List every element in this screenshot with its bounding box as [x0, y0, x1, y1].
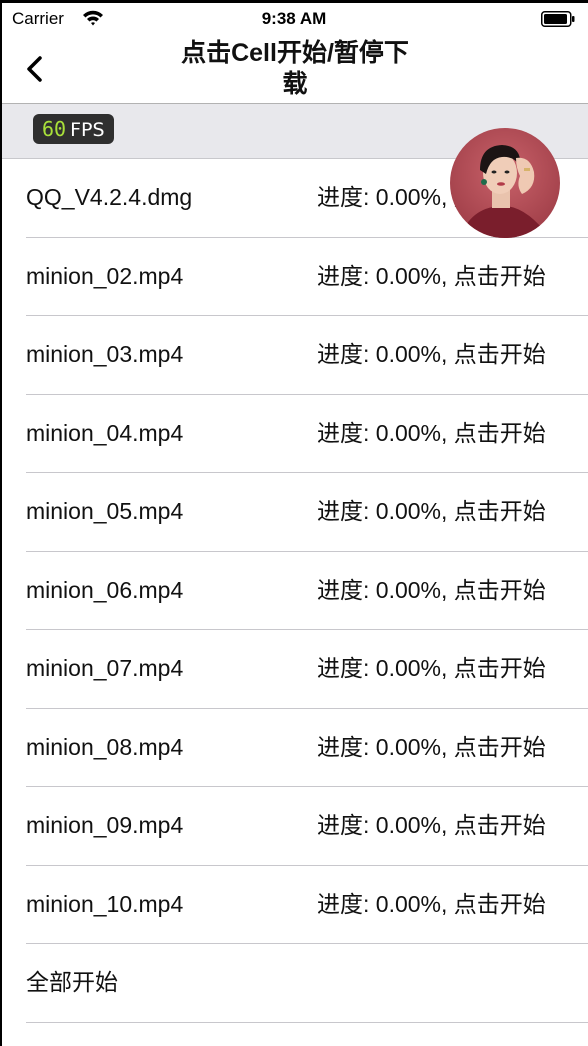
list-item[interactable]: minion_02.mp4 进度: 0.00%, 点击开始 [0, 238, 588, 316]
file-name-label: minion_06.mp4 [26, 576, 184, 603]
list-item[interactable]: minion_07.mp4 进度: 0.00%, 点击开始 [0, 630, 588, 709]
start-all-row[interactable]: 全部开始 [0, 944, 588, 1023]
chevron-left-icon [27, 56, 42, 82]
progress-label: 进度: 0.00%, 点击开始 [317, 812, 546, 838]
navigation-bar: 点击Cell开始/暂停下载 [0, 33, 588, 104]
file-name-label: minion_10.mp4 [26, 890, 184, 917]
progress-label: 进度: 0.00%, 点击开始 [317, 576, 546, 603]
progress-label: 进度: 0.00%, 点击开始 [317, 419, 546, 446]
fps-unit: FPS [70, 119, 105, 141]
status-time: 9:38 AM [261, 9, 327, 28]
list-item[interactable]: minion_06.mp4 进度: 0.00%, 点击开始 [0, 552, 588, 630]
file-name-label: minion_02.mp4 [26, 262, 184, 289]
list-item[interactable]: minion_09.mp4 进度: 0.00%, 点击开始 [0, 787, 588, 866]
avatar[interactable] [450, 128, 560, 238]
progress-label: 进度: 0.00%, 点击开始 [317, 655, 546, 681]
file-name-label: minion_08.mp4 [26, 733, 184, 760]
page-title: 点击Cell开始/暂停下载 [181, 39, 409, 98]
row-separator [26, 1021, 588, 1023]
progress-label: 进度: 0.00%, 点击开始 [317, 890, 546, 917]
list-item[interactable]: minion_05.mp4 进度: 0.00%, 点击开始 [0, 473, 588, 552]
file-name-label: QQ_V4.2.4.dmg [26, 184, 193, 210]
fps-badge: 60 FPS [33, 114, 114, 144]
list-item[interactable]: minion_08.mp4 进度: 0.00%, 点击开始 [0, 709, 588, 787]
file-name-label: minion_03.mp4 [26, 341, 184, 367]
progress-label: 进度: 0.00%, 点击开始 [317, 341, 546, 367]
battery-icon [541, 11, 575, 27]
progress-label: 进度: 0.00%, 点击开始 [317, 262, 546, 289]
list-item[interactable]: minion_03.mp4 进度: 0.00%, 点击开始 [0, 316, 588, 395]
file-name-label: minion_04.mp4 [26, 419, 184, 446]
file-name-label: minion_05.mp4 [26, 498, 184, 524]
list-item[interactable]: minion_10.mp4 进度: 0.00%, 点击开始 [0, 866, 588, 944]
fps-value: 60 [42, 117, 67, 141]
back-button[interactable] [18, 51, 54, 87]
screen-left-edge [0, 0, 2, 1046]
file-name-label: minion_07.mp4 [26, 655, 184, 681]
avatar-photo [450, 128, 560, 238]
progress-label: 进度: 0.00%, 点击开始 [317, 733, 546, 760]
download-list: QQ_V4.2.4.dmg 进度: 0.00%, 点击开始 minion_02.mp… [0, 159, 588, 1023]
file-name-label: 全部开始 [26, 969, 118, 995]
progress-label: 进度: 0.00%, 点击开始 [317, 498, 546, 524]
list-item[interactable]: minion_04.mp4 进度: 0.00%, 点击开始 [0, 395, 588, 473]
file-name-label: minion_09.mp4 [26, 812, 184, 838]
status-bar: Carrier 9:38 AM [0, 3, 588, 33]
